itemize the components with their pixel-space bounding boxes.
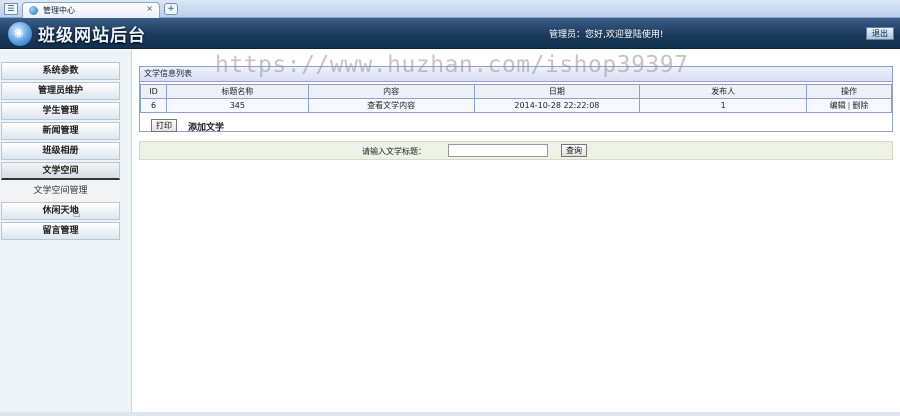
column-header: 标题名称: [165, 84, 309, 99]
literature-table: ID 标题名称 内容 日期 发布人 操作 6 345 查看文学内容 2014-1…: [140, 84, 892, 113]
column-header: 日期: [473, 84, 641, 99]
logout-button[interactable]: 退出: [866, 27, 894, 40]
add-literature-link[interactable]: 添加文学: [188, 120, 224, 133]
search-label: 请输入文学标题：: [362, 147, 426, 156]
browser-tab[interactable]: 管理中心 ×: [22, 2, 160, 18]
action-separator: |: [847, 101, 851, 110]
cell-date: 2014-10-28 22:22:08: [473, 98, 641, 113]
hand-cursor-icon: ☝: [73, 206, 81, 220]
sidebar-item-news[interactable]: 新闻管理: [1, 122, 120, 140]
globe-icon: [29, 6, 38, 15]
site-title: 班级网站后台: [38, 26, 146, 46]
column-header: 内容: [307, 84, 475, 99]
cell-actions: 编辑 | 删除: [806, 98, 892, 113]
browser-tab-bar: ☰ 管理中心 × +: [0, 0, 900, 18]
sidebar-item-students[interactable]: 学生管理: [1, 102, 120, 120]
print-button[interactable]: 打印: [151, 119, 177, 132]
sidebar-subitem-literature-manage[interactable]: 文学空间管理: [1, 183, 120, 200]
delete-link[interactable]: 删除: [852, 101, 868, 110]
cell-publisher: 1: [639, 98, 808, 113]
close-icon[interactable]: ×: [146, 4, 153, 13]
watermark-text: https://www.huzhan.com/ishop39397: [215, 52, 689, 78]
view-content-link[interactable]: 查看文学内容: [307, 98, 475, 113]
plus-icon[interactable]: +: [164, 3, 178, 15]
bottom-border: [0, 412, 900, 416]
sidebar-item-system-params[interactable]: 系统参数: [1, 62, 120, 80]
sidebar: 系统参数 管理员维护 学生管理 新闻管理 班级相册 文学空间 文学空间管理 休闲…: [0, 50, 132, 412]
search-button[interactable]: 查询: [561, 144, 587, 157]
sidebar-item-admin[interactable]: 管理员维护: [1, 82, 120, 100]
column-header: 操作: [806, 84, 892, 99]
edit-link[interactable]: 编辑: [830, 101, 846, 110]
sidebar-item-messages[interactable]: 留言管理: [1, 222, 120, 240]
cell-title: 345: [165, 98, 309, 113]
browser-menu-icon[interactable]: ☰: [4, 3, 18, 15]
table-row: 6 345 查看文学内容 2014-10-28 22:22:08 1 编辑 | 删除: [140, 98, 892, 113]
column-header: 发布人: [639, 84, 808, 99]
column-header: ID: [140, 84, 167, 99]
app-header: 班级网站后台 管理员：您好,欢迎登陆使用! 退出: [0, 18, 900, 49]
welcome-text: 管理员：您好,欢迎登陆使用!: [549, 30, 664, 40]
sidebar-item-leisure[interactable]: 休闲天地: [1, 202, 120, 220]
search-input[interactable]: [448, 144, 548, 157]
sidebar-item-album[interactable]: 班级相册: [1, 142, 120, 160]
cell-id: 6: [140, 98, 167, 113]
browser-tab-title: 管理中心: [43, 6, 75, 15]
logo-icon: [8, 22, 32, 46]
sidebar-item-literature[interactable]: 文学空间: [1, 162, 120, 180]
search-bar: 请输入文学标题： 查询: [139, 141, 893, 160]
